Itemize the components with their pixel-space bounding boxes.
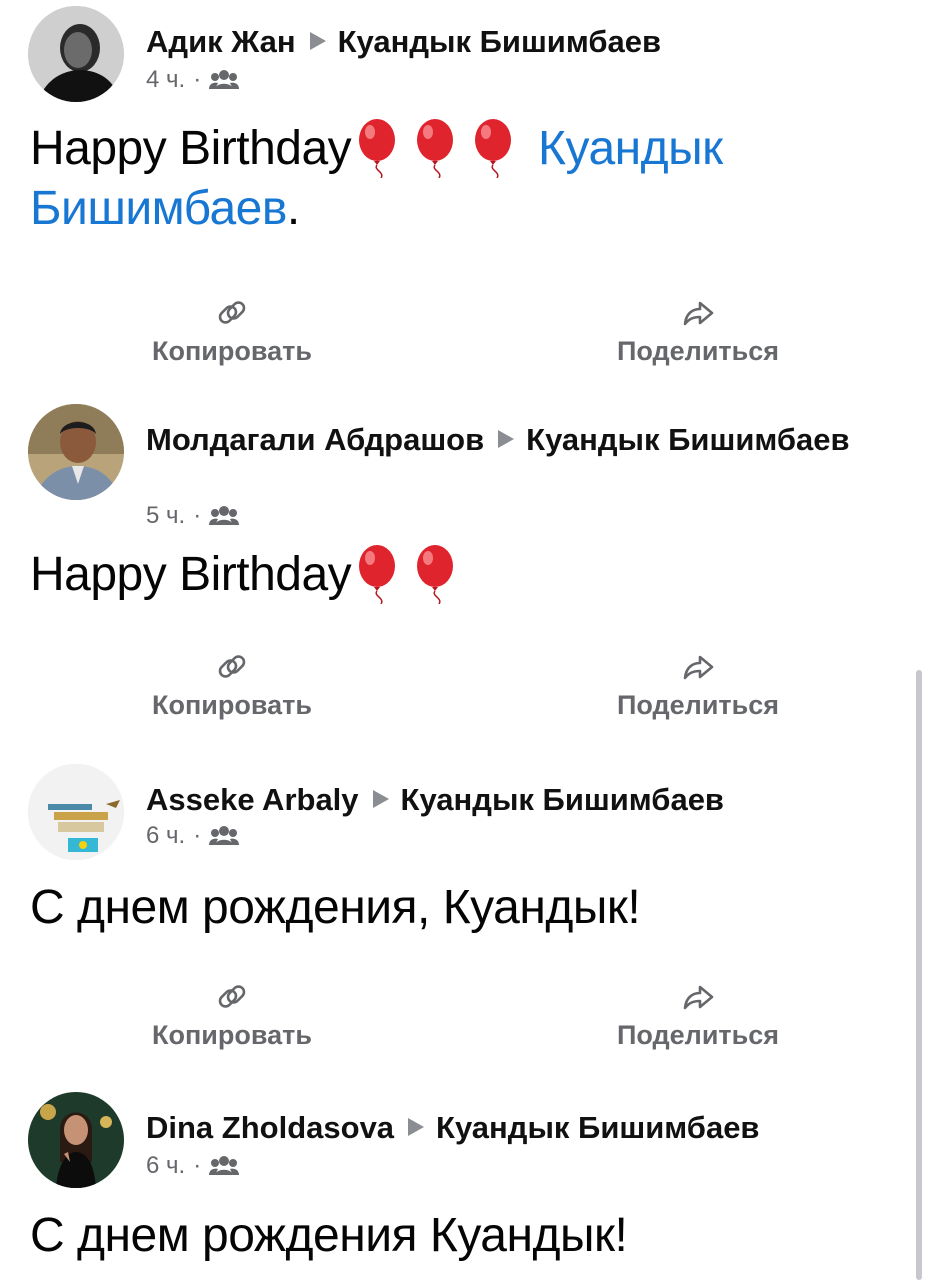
post: Asseke Arbaly Куандык Бишимбаев 6 ч. · С д…: [0, 764, 910, 1050]
triangle-right-icon: [408, 1118, 425, 1136]
friends-icon: [209, 1156, 240, 1175]
post-actions: Копировать Поделиться: [0, 980, 910, 1060]
balloon-emoji-icon: [359, 545, 396, 604]
post-author-line: Dina Zholdasova Куандык Бишимбаев: [146, 1106, 866, 1150]
post-meta: 4 ч. ·: [146, 66, 240, 94]
post: Dina Zholdasova Куандык Бишимбаев 6 ч. · С…: [0, 1092, 910, 1262]
author-name[interactable]: Адик Жан: [146, 24, 296, 59]
friends-icon: [209, 826, 240, 845]
post-text-content: Happy Birthday: [30, 122, 352, 175]
post-author-line: Asseke Arbaly Куандык Бишимбаев: [146, 778, 866, 822]
scrollbar[interactable]: [916, 670, 922, 1280]
share-label: Поделиться: [616, 690, 780, 720]
avatar[interactable]: [28, 6, 124, 102]
post-text-content: С днем рождения Куандык!: [30, 1209, 628, 1262]
friends-icon: [209, 506, 240, 525]
author-name[interactable]: Dina Zholdasova: [146, 1110, 394, 1145]
meta-separator: ·: [193, 1152, 202, 1179]
friends-icon: [209, 70, 240, 89]
post-meta: 6 ч. ·: [146, 822, 240, 850]
avatar[interactable]: [28, 764, 124, 860]
share-button[interactable]: Поделиться: [568, 296, 828, 367]
person-photo-avatar-icon: [28, 6, 124, 102]
share-arrow-icon: [683, 985, 714, 1010]
triangle-right-icon: [498, 430, 515, 448]
post-text: Happy Birthday Куандык Бишимбаев.: [30, 118, 890, 239]
balloon-emoji-icon: [417, 119, 454, 178]
post-header: Asseke Arbaly Куандык Бишимбаев 6 ч. ·: [0, 764, 910, 864]
post-text: Happy Birthday: [30, 544, 890, 605]
triangle-right-icon: [309, 32, 326, 50]
balloon-emoji-icon: [475, 119, 512, 178]
meta-separator: ·: [193, 66, 202, 93]
meta-separator: ·: [193, 502, 202, 529]
avatar[interactable]: [28, 404, 124, 500]
post-text: С днем рождения Куандык!: [30, 1206, 890, 1266]
balloon-emoji-icon: [359, 119, 396, 178]
post-header: Адик Жан Куандык Бишимбаев 4 ч. ·: [0, 6, 910, 106]
target-name[interactable]: Куандык Бишимбаев: [436, 1110, 759, 1145]
target-name[interactable]: Куандык Бишимбаев: [338, 24, 661, 59]
person-photo-avatar-icon: [28, 1092, 124, 1188]
post-author-line: Адик Жан Куандык Бишимбаев: [146, 20, 866, 64]
avatar[interactable]: [28, 1092, 124, 1188]
flag-photo-avatar-icon: [28, 764, 124, 860]
target-name[interactable]: Куандык Бишимбаев: [526, 422, 849, 457]
post-actions: Копировать Поделиться: [0, 296, 910, 376]
post-text-content: Happy Birthday: [30, 548, 352, 601]
post-meta: 6 ч. ·: [146, 1152, 240, 1180]
post-time[interactable]: 4 ч.: [146, 66, 185, 93]
copy-button[interactable]: Копировать: [102, 650, 362, 721]
copy-button[interactable]: Копировать: [102, 980, 362, 1051]
post-author-line: Молдагали Абдрашов Куандык Бишимбаев: [146, 418, 866, 462]
author-name[interactable]: Молдагали Абдрашов: [146, 422, 484, 457]
link-icon: [218, 301, 246, 324]
triangle-right-icon: [372, 790, 389, 808]
balloon-emoji-icon: [417, 545, 454, 604]
copy-label: Копировать: [152, 1020, 312, 1050]
share-arrow-icon: [683, 301, 714, 326]
post: Молдагали Абдрашов Куандык Бишимбаев 5 ч.…: [0, 404, 910, 720]
copy-label: Копировать: [152, 336, 312, 366]
post-header: Молдагали Абдрашов Куандык Бишимбаев 5 ч.…: [0, 404, 910, 529]
post-time[interactable]: 5 ч.: [146, 502, 185, 529]
share-label: Поделиться: [616, 1020, 780, 1050]
post-text-end: .: [286, 182, 300, 235]
target-name[interactable]: Куандык Бишимбаев: [401, 782, 724, 817]
post: Адик Жан Куандык Бишимбаев 4 ч. · Happy Bi…: [0, 6, 910, 366]
link-icon: [218, 985, 246, 1008]
feed: Адик Жан Куандык Бишимбаев 4 ч. · Happy Bi…: [0, 0, 932, 1280]
post-text: С днем рождения, Куандык!: [30, 878, 890, 938]
post-meta: 5 ч. ·: [146, 502, 240, 530]
person-photo-avatar-icon: [28, 404, 124, 500]
copy-button[interactable]: Копировать: [102, 296, 362, 367]
share-button[interactable]: Поделиться: [568, 980, 828, 1051]
share-arrow-icon: [683, 655, 714, 680]
post-text-content: С днем рождения, Куандык!: [30, 881, 641, 934]
post-header: Dina Zholdasova Куандык Бишимбаев 6 ч. ·: [0, 1092, 910, 1192]
link-icon: [218, 655, 246, 678]
share-label: Поделиться: [616, 336, 780, 366]
copy-label: Копировать: [152, 690, 312, 720]
meta-separator: ·: [193, 822, 202, 849]
share-button[interactable]: Поделиться: [568, 650, 828, 721]
post-time[interactable]: 6 ч.: [146, 822, 185, 849]
post-time[interactable]: 6 ч.: [146, 1152, 185, 1179]
post-actions: Копировать Поделиться: [0, 650, 910, 730]
author-name[interactable]: Asseke Arbaly: [146, 782, 359, 817]
